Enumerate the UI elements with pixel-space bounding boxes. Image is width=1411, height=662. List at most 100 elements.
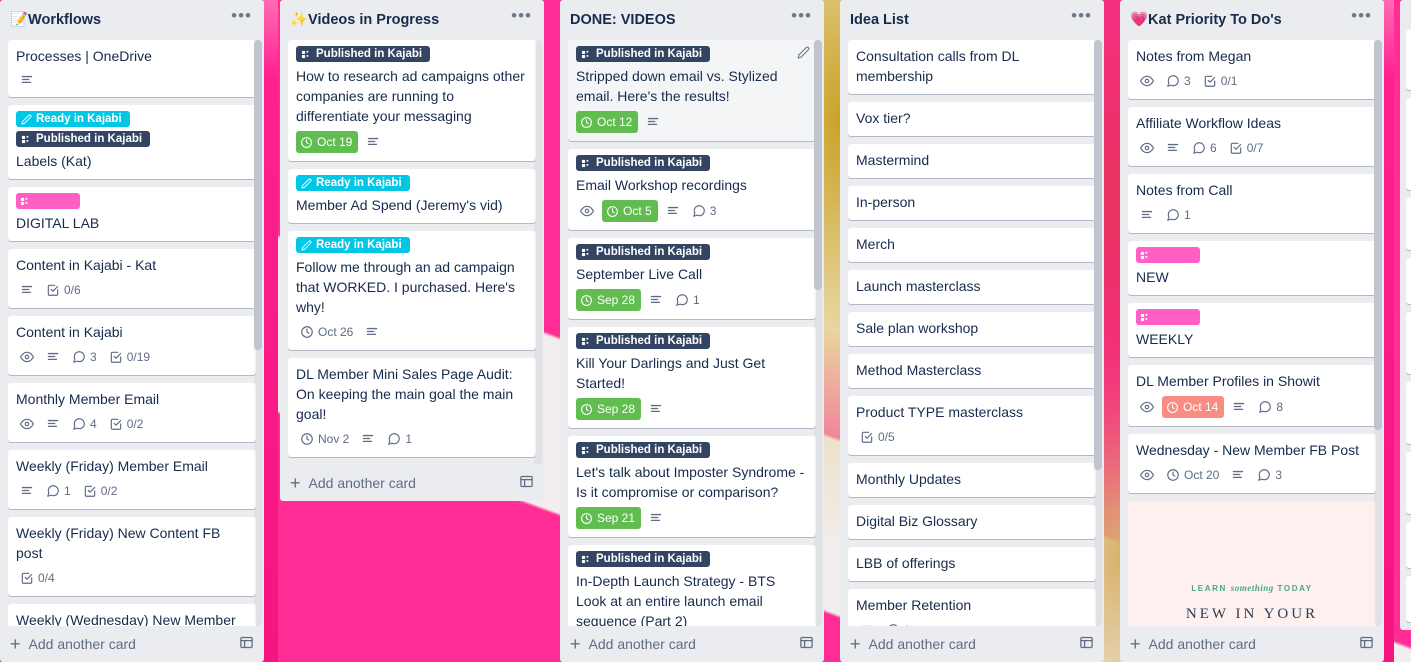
card[interactable]: NEW <box>1128 241 1376 295</box>
comment-icon <box>1192 141 1206 155</box>
card[interactable]: Published in Kajabi Let's talk about Impo… <box>568 436 816 537</box>
card[interactable]: Published in Kajabi September Live Call Se… <box>568 238 816 319</box>
card-template-icon[interactable] <box>239 635 254 653</box>
card-label[interactable]: Published in Kajabi <box>16 131 151 147</box>
card[interactable]: Ready in Kajabi Published in Kajabi Labels… <box>8 105 256 179</box>
card-label[interactable]: Ready in Kajabi <box>296 237 410 253</box>
card[interactable]: N <box>1406 576 1411 622</box>
card[interactable] <box>1406 98 1411 190</box>
card[interactable]: Vox tier? <box>848 102 1096 136</box>
card[interactable]: A <box>1406 198 1411 250</box>
list-scrollbar-thumb[interactable] <box>814 40 822 290</box>
card[interactable]: Published in Kajabi Kill Your Darlings an… <box>568 327 816 428</box>
card-template-icon[interactable] <box>1359 635 1374 653</box>
card[interactable]: Method Masterclass <box>848 354 1096 388</box>
list-title[interactable]: DONE: VIDEOS <box>570 10 787 30</box>
card[interactable]: T <box>1406 258 1411 304</box>
card[interactable]: Weekly (Friday) New Content FB post 0/4 <box>8 517 256 596</box>
card[interactable]: Published in Kajabi How to research ad ca… <box>288 40 536 161</box>
add-another-card-button[interactable]: + Add another card <box>0 626 264 662</box>
card[interactable]: DIGITAL LAB <box>8 187 256 241</box>
card[interactable]: Weekly (Friday) Member Email 1 0/2 <box>8 450 256 509</box>
card-label[interactable]: Ready in Kajabi <box>296 175 410 191</box>
card-label[interactable]: Published in Kajabi <box>576 442 711 458</box>
list-scrollbar-thumb[interactable] <box>254 40 262 350</box>
card[interactable]: Sale plan workshop <box>848 312 1096 346</box>
cover-kicker: LEARN something TODAY <box>1191 583 1313 593</box>
card[interactable]: Monthly Member Email 4 0/2 <box>8 383 256 442</box>
list-kat-priority: 💗Kat Priority To Do's ••• Notes from Megan… <box>1120 0 1384 662</box>
card-label[interactable]: Published in Kajabi <box>576 155 711 171</box>
add-another-card-button[interactable]: + Add another card <box>1120 626 1384 662</box>
add-another-card-button[interactable]: + Add another card <box>840 626 1104 662</box>
card[interactable]: LBB of offerings <box>848 547 1096 581</box>
card[interactable]: Mastermind <box>848 144 1096 178</box>
card-label[interactable]: Published in Kajabi <box>296 46 431 62</box>
list-title[interactable]: 📝Workflows <box>10 10 227 30</box>
card-label[interactable]: Published in Kajabi <box>576 244 711 260</box>
card-label[interactable] <box>1136 247 1200 263</box>
card-label[interactable]: Published in Kajabi <box>576 551 711 567</box>
card-template-icon[interactable] <box>1079 635 1094 653</box>
card-label[interactable]: Ready in Kajabi <box>16 111 130 127</box>
card[interactable]: Digital Biz Glossary <box>848 505 1096 539</box>
watch-icon <box>580 204 594 218</box>
clock-icon <box>1166 401 1179 414</box>
card-template-icon[interactable] <box>519 474 534 492</box>
list-scrollbar-thumb[interactable] <box>1094 40 1102 470</box>
list-menu-icon[interactable]: ••• <box>1067 7 1096 29</box>
checklist-icon <box>1229 141 1243 155</box>
card[interactable]: DL Member Mini Sales Page Audit: On keep… <box>288 358 536 457</box>
card-label[interactable]: Published in Kajabi <box>576 46 711 62</box>
card[interactable]: Launch masterclass <box>848 270 1096 304</box>
description-icon <box>649 511 663 525</box>
card[interactable]: Consultation calls from DL membership <box>848 40 1096 94</box>
board-icon <box>20 196 31 207</box>
card-label[interactable] <box>1136 309 1200 325</box>
add-card-label: Add another card <box>868 636 976 652</box>
card[interactable]: DL Member Profiles in Showit Oct 14 8 <box>1128 365 1376 426</box>
card[interactable]: Merch <box>848 228 1096 262</box>
card[interactable]: Notes from Call 1 <box>1128 174 1376 233</box>
add-another-card-button[interactable]: + Add another card <box>560 626 824 662</box>
card[interactable]: Ready in Kajabi Member Ad Spend (Jeremy's… <box>288 169 536 223</box>
card[interactable]: In-person <box>848 186 1096 220</box>
card[interactable]: Weekly (Wednesday) New Member <box>8 604 256 626</box>
list-title[interactable]: 💗Kat Priority To Do's <box>1130 10 1347 30</box>
list-title[interactable]: Idea List <box>850 10 1067 30</box>
card[interactable]: Product TYPE masterclass 0/5 <box>848 396 1096 455</box>
card[interactable]: C <box>1406 452 1411 514</box>
card[interactable]: Processes | OneDrive <box>8 40 256 97</box>
card[interactable]: W <box>1406 30 1411 90</box>
list-scrollbar-thumb[interactable] <box>1374 40 1382 430</box>
card[interactable]: Notes from Megan 3 0/1 <box>1128 40 1376 99</box>
card[interactable]: Content in Kajabi 3 0/19 <box>8 316 256 375</box>
list-title[interactable]: ✨Videos in Progress <box>290 10 507 30</box>
card[interactable]: Member Retention 1 <box>848 589 1096 626</box>
card[interactable]: S <box>1406 522 1411 568</box>
card-template-icon[interactable] <box>799 635 814 653</box>
edit-card-icon[interactable] <box>797 46 810 64</box>
card[interactable]: S <box>1406 382 1411 444</box>
card[interactable]: LEARN something TODAY NEW IN YOURLESSON L… <box>1128 501 1376 626</box>
card[interactable]: WEEKLY <box>1128 303 1376 357</box>
list-menu-icon[interactable]: ••• <box>1347 7 1376 29</box>
list-menu-icon[interactable]: ••• <box>507 7 536 29</box>
card[interactable]: Published in Kajabi In-Depth Launch Strat… <box>568 545 816 626</box>
add-another-card-button[interactable]: + Add another card <box>280 465 544 501</box>
card[interactable]: Ready in Kajabi Follow me through an ad c… <box>288 231 536 350</box>
card[interactable]: T <box>1406 312 1411 374</box>
card[interactable]: Monthly Updates <box>848 463 1096 497</box>
list-menu-icon[interactable]: ••• <box>227 7 256 29</box>
checklist-icon <box>20 571 34 585</box>
card-label[interactable]: Published in Kajabi <box>576 333 711 349</box>
card-label[interactable] <box>16 193 80 209</box>
card[interactable]: Affiliate Workflow Ideas 6 0/7 <box>1128 107 1376 166</box>
card[interactable]: Published in Kajabi Stripped down email v… <box>568 40 816 141</box>
card[interactable]: Published in Kajabi Email Workshop record… <box>568 149 816 230</box>
card[interactable]: Wednesday - New Member FB Post Oct 20 3 <box>1128 434 1376 493</box>
clock-icon <box>300 325 314 339</box>
card[interactable]: Content in Kajabi - Kat 0/6 <box>8 249 256 308</box>
list-menu-icon[interactable]: ••• <box>787 7 816 29</box>
list-videos-in-progress: ✨Videos in Progress ••• Published in Kajab… <box>280 0 544 501</box>
